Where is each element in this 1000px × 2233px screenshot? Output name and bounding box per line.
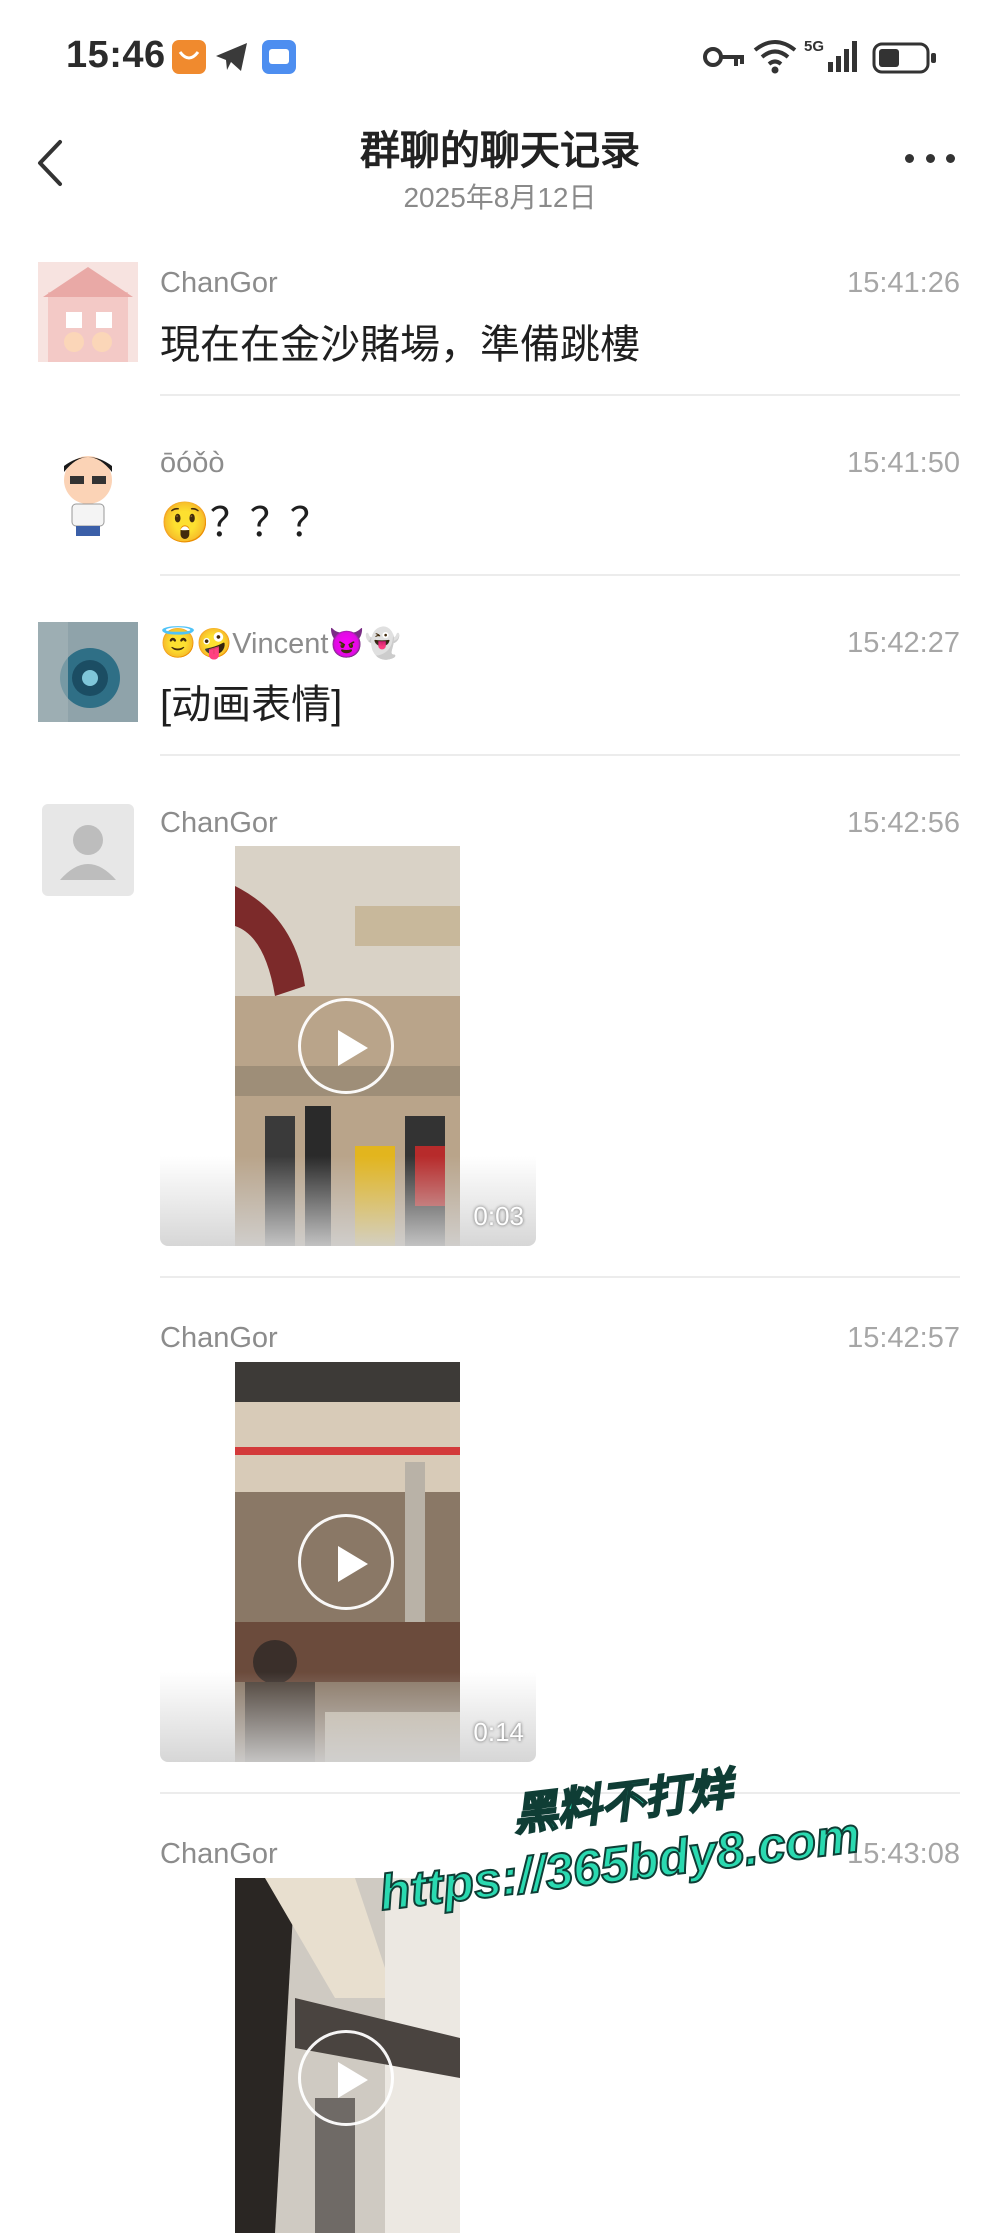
divider (160, 394, 960, 396)
svg-text:5G: 5G (804, 38, 824, 55)
message-time: 15:42:27 (847, 627, 960, 659)
more-options-button[interactable] (905, 150, 955, 166)
play-icon[interactable] (298, 1514, 394, 1610)
app-notification-icon (172, 40, 206, 74)
astonished-emoji: 😲 (160, 501, 210, 545)
message-time: 15:41:26 (847, 267, 960, 299)
message-text: [动画表情] (160, 683, 343, 727)
video-duration: 0:03 (473, 1201, 524, 1231)
sender-prefix-emoji: 😇🤪 (160, 628, 233, 660)
page-title: 群聊的聊天记录 (360, 129, 640, 173)
avatar[interactable] (42, 804, 134, 896)
avatar[interactable] (38, 622, 138, 722)
watermark: 黑料不打烊 https://365bdy8.com (360, 1738, 864, 1923)
message-app-icon (262, 40, 296, 74)
message-time: 15:42:56 (847, 807, 960, 839)
dot-icon (946, 153, 955, 163)
divider (160, 1276, 960, 1278)
avatar[interactable] (38, 262, 138, 362)
play-icon[interactable] (298, 998, 394, 1094)
telegram-icon (214, 40, 250, 74)
sender-name: ChanGor (160, 267, 278, 299)
message-time: 15:42:57 (847, 1322, 960, 1354)
sender-name: ChanGor (160, 807, 278, 839)
video-message[interactable]: 0:03 (160, 846, 536, 1246)
video-message[interactable]: 0:14 (160, 1362, 536, 1762)
sender-name: ChanGor (160, 1838, 278, 1870)
wifi-icon (752, 38, 798, 76)
dot-icon (925, 153, 935, 163)
message-text: 😲？？？ (160, 501, 330, 545)
message-text: 現在在金沙賭場，準備跳樓 (160, 323, 640, 367)
sender-name: ōóǒò (160, 447, 225, 479)
5g-signal-icon: 5G (804, 36, 862, 76)
sender-name: 😇🤪Vincent😈👻 (160, 628, 401, 660)
dot-icon (905, 153, 914, 163)
play-icon[interactable] (298, 2030, 394, 2126)
sender-name: ChanGor (160, 1322, 278, 1354)
chat-date: 2025年8月12日 (403, 182, 597, 213)
video-duration: 0:14 (473, 1717, 524, 1747)
divider (160, 574, 960, 576)
battery-icon (872, 42, 938, 74)
status-time: 15:46 (66, 34, 166, 76)
key-icon (702, 44, 746, 70)
sender-suffix-emoji: 😈👻 (328, 628, 401, 660)
message-time: 15:41:50 (847, 447, 960, 479)
video-message[interactable] (160, 1878, 536, 2233)
divider (160, 754, 960, 756)
avatar[interactable] (38, 442, 138, 542)
